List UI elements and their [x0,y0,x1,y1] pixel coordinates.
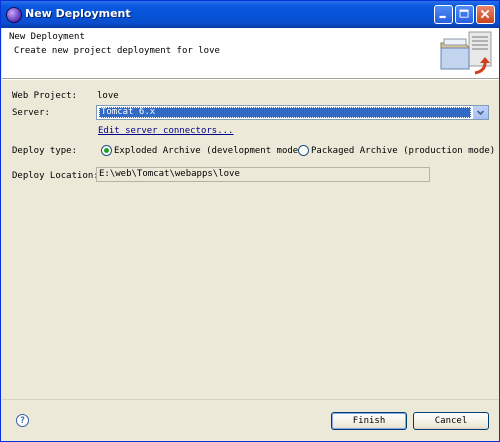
server-combo[interactable]: Tomcat 6.x [96,105,489,120]
minimize-button[interactable] [434,5,453,24]
cancel-button[interactable]: Cancel [413,412,489,430]
minimize-icon [439,15,446,19]
deploy-location-field: E:\web\Tomcat\webapps\love [96,167,430,182]
finish-button[interactable]: Finish [331,412,407,430]
help-icon[interactable]: ? [16,414,29,427]
window-title: New Deployment [25,7,131,20]
footer-separator [2,399,499,400]
dialog-window: New Deployment New Deployment Create new… [0,0,500,442]
deploy-location-label: Deploy Location: [12,171,99,181]
header-panel: New Deployment Create new project deploy… [2,28,499,79]
maximize-icon [459,9,469,18]
header-separator [2,79,499,80]
server-selected-value: Tomcat 6.x [99,107,471,118]
web-project-label: Web Project: [12,91,78,101]
combo-arrow-icon [476,110,485,116]
exploded-archive-radio[interactable] [101,145,112,156]
close-icon [480,9,490,19]
header-description: Create new project deployment for love [14,46,220,56]
radio-selected-dot [104,148,109,153]
close-button[interactable] [476,5,495,24]
web-project-value: love [97,91,119,101]
server-combo-arrow-button[interactable] [473,106,488,119]
deploy-type-label: Deploy type: [12,146,78,156]
edit-server-connectors-link[interactable]: Edit server connectors... [98,126,233,136]
header-title: New Deployment [9,32,85,42]
packaged-archive-radio[interactable] [298,145,309,156]
maximize-button[interactable] [455,5,474,24]
deployment-banner-icon [440,31,492,75]
eclipse-app-icon[interactable] [6,7,22,23]
exploded-archive-label[interactable]: Exploded Archive (development mode) [114,146,304,156]
server-label: Server: [12,108,50,118]
title-bar[interactable]: New Deployment [1,1,499,28]
packaged-archive-label[interactable]: Packaged Archive (production mode) [311,146,495,156]
